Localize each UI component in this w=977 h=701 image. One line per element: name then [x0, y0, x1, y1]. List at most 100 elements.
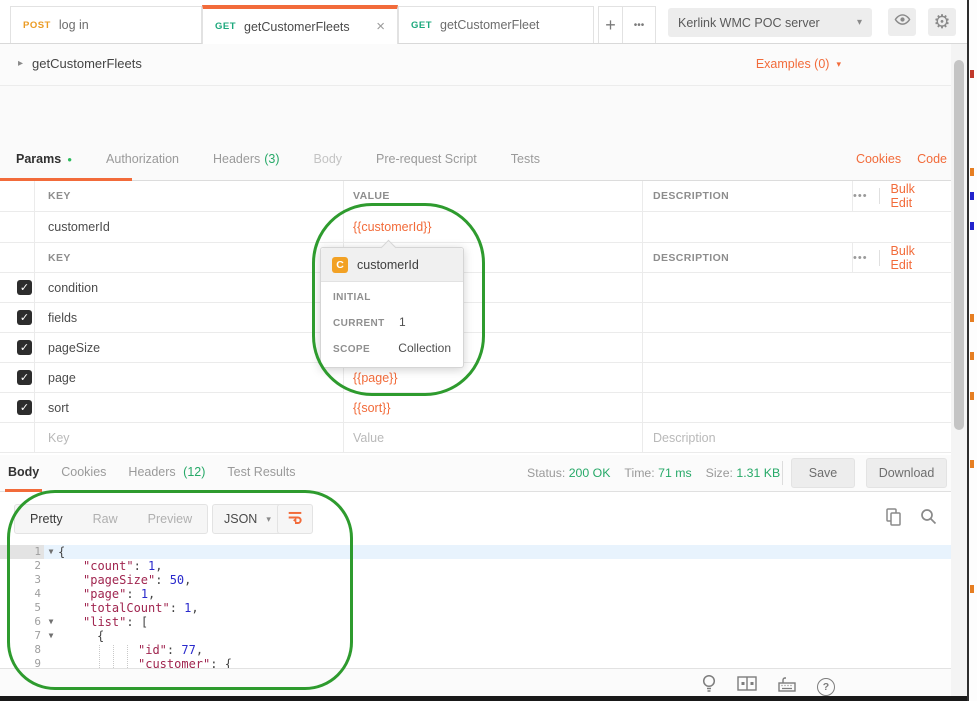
tab-getcustomerfleets[interactable]: GET getCustomerFleets × [202, 5, 398, 44]
divider [782, 461, 783, 485]
tab-log-in[interactable]: POST log in [10, 6, 202, 43]
param-key-cell[interactable]: condition [35, 273, 343, 302]
bulk-edit-link[interactable]: Bulk Edit [891, 244, 939, 272]
method-badge-post: POST [23, 20, 51, 31]
checkbox-checked[interactable]: ✓ [17, 340, 32, 355]
two-pane-layout-icon[interactable] [737, 676, 757, 697]
tab-response-headers[interactable]: Headers (12) [128, 465, 205, 479]
new-tab-button[interactable]: + [598, 6, 623, 43]
line-number: 2 [0, 559, 44, 573]
param-key-cell[interactable]: pageSize [35, 333, 343, 362]
param-description-placeholder[interactable]: Description [642, 423, 852, 452]
checkbox-checked[interactable]: ✓ [17, 310, 32, 325]
tab-tests[interactable]: Tests [511, 152, 540, 166]
environment-preview-button[interactable] [888, 8, 916, 36]
param-row-new[interactable]: Key Value Description [0, 423, 951, 453]
tab-response-body[interactable]: Body [8, 465, 39, 479]
code-link[interactable]: Code [917, 152, 947, 166]
param-description-cell[interactable] [642, 273, 852, 302]
fold-caret-icon[interactable]: ▼ [44, 629, 58, 643]
line-number: 3 [0, 573, 44, 587]
view-raw-button[interactable]: Raw [78, 512, 133, 526]
examples-dropdown[interactable]: Examples (0) ▾ [756, 57, 841, 71]
param-row-page[interactable]: ✓ page {{page}} [0, 363, 951, 393]
copy-icon[interactable] [886, 508, 902, 531]
status-label: Status: [527, 466, 565, 480]
param-key-placeholder[interactable]: Key [35, 423, 343, 452]
code-token: : [155, 573, 169, 587]
param-row-fields[interactable]: ✓ fields [0, 303, 951, 333]
tab-options-button[interactable]: ••• [622, 6, 656, 43]
eye-icon [894, 11, 911, 33]
param-row-sort[interactable]: ✓ sort {{sort}} [0, 393, 951, 423]
json-number: 50 [170, 573, 184, 587]
param-value-cell[interactable]: {{sort}} [343, 393, 642, 422]
param-row-pagesize[interactable]: ✓ pageSize [0, 333, 951, 363]
bulk-edit-link[interactable]: Bulk Edit [891, 182, 939, 210]
tab-body[interactable]: Body [314, 152, 343, 166]
param-key-cell[interactable]: sort [35, 393, 343, 422]
clipped-fragment [970, 222, 974, 230]
checkbox-checked[interactable]: ✓ [17, 400, 32, 415]
variable-tooltip-header: C customerId [321, 248, 463, 282]
param-row-condition[interactable]: ✓ condition [0, 273, 951, 303]
line-number: 9 [0, 657, 44, 668]
ellipsis-icon[interactable]: ••• [853, 252, 868, 264]
request-title-row: ▸ getCustomerFleets Examples (0) ▾ [0, 44, 969, 86]
environment-selector[interactable]: Kerlink WMC POC server ▾ [668, 8, 872, 37]
row-controls [852, 212, 951, 242]
view-preview-button[interactable]: Preview [133, 512, 207, 526]
tab-headers[interactable]: Headers (3) [213, 152, 280, 166]
disclosure-triangle-icon[interactable]: ▸ [18, 58, 23, 69]
json-key: "id" [138, 643, 167, 657]
view-pretty-button[interactable]: Pretty [15, 512, 78, 526]
param-row-customerid[interactable]: customerId {{customerId}} [0, 212, 951, 243]
param-value-cell[interactable]: {{customerId}} [343, 212, 642, 242]
keyboard-shortcuts-icon[interactable] [777, 675, 797, 698]
row-controls [852, 273, 951, 302]
param-description-cell[interactable] [642, 212, 852, 242]
tab-label: Tests [511, 152, 540, 166]
close-icon[interactable]: × [366, 18, 385, 35]
settings-button[interactable]: ⚙ [928, 8, 956, 36]
clipped-fragment [970, 352, 974, 360]
search-icon[interactable] [920, 508, 937, 531]
row-controls [852, 423, 951, 452]
tab-prerequest-script[interactable]: Pre-request Script [376, 152, 477, 166]
row-gutter [0, 423, 35, 452]
wrap-text-button[interactable] [277, 504, 313, 534]
param-key-cell[interactable]: customerId [35, 212, 343, 242]
param-description-cell[interactable] [642, 393, 852, 422]
clipped-fragment [970, 70, 974, 78]
tab-authorization[interactable]: Authorization [106, 152, 179, 166]
format-select[interactable]: JSON ▾ [212, 504, 283, 534]
cookies-link[interactable]: Cookies [856, 152, 901, 166]
tab-response-cookies[interactable]: Cookies [61, 465, 106, 479]
param-value-placeholder[interactable]: Value [343, 423, 642, 452]
tab-params[interactable]: Params ● [16, 152, 72, 166]
response-tabs: Body Cookies Headers (12) Test Results [8, 465, 295, 479]
download-response-button[interactable]: Download [866, 458, 947, 488]
param-description-cell[interactable] [642, 333, 852, 362]
tab-label: getCustomerFleet [440, 18, 539, 32]
field-value: 1 [399, 315, 406, 329]
tab-getcustomerfleet[interactable]: GET getCustomerFleet [398, 6, 594, 43]
tab-test-results[interactable]: Test Results [227, 465, 295, 479]
save-response-button[interactable]: Save [791, 458, 855, 488]
fold-caret-icon[interactable]: ▼ [44, 545, 58, 559]
param-description-cell[interactable] [642, 363, 852, 392]
ellipsis-icon[interactable]: ••• [853, 190, 868, 202]
vertical-scrollbar-thumb[interactable] [954, 60, 964, 430]
code-token: { [225, 657, 232, 668]
window-bottom-edge [0, 696, 969, 701]
url-builder-row: GET ▾ {{URL}}/oss/application/customers/… [0, 86, 969, 138]
checkbox-checked[interactable]: ✓ [17, 280, 32, 295]
help-icon[interactable]: ? [817, 678, 835, 696]
request-title: ▸ getCustomerFleets [18, 56, 142, 71]
code-line: 1 ▼ { [0, 545, 951, 559]
checkbox-checked[interactable]: ✓ [17, 370, 32, 385]
param-key-cell[interactable]: page [35, 363, 343, 392]
fold-caret-icon[interactable]: ▼ [44, 615, 58, 629]
param-key-cell[interactable]: fields [35, 303, 343, 332]
param-description-cell[interactable] [642, 303, 852, 332]
